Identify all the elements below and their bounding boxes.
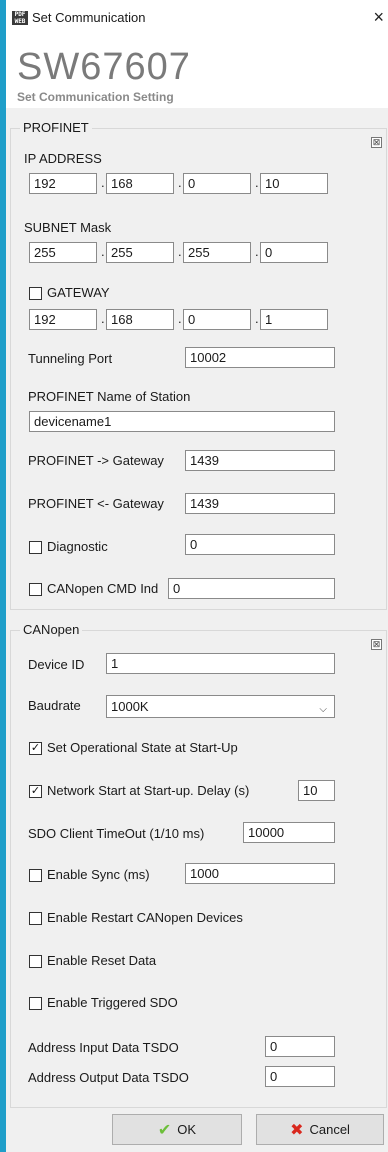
- subnet-octet-4[interactable]: 0: [260, 242, 328, 263]
- enable-restart-checkbox[interactable]: [29, 912, 42, 925]
- profinet-to-gateway-input[interactable]: 1439: [185, 450, 335, 471]
- subnet-octet-1[interactable]: 255: [29, 242, 97, 263]
- station-name-input[interactable]: devicename1: [29, 411, 335, 432]
- station-name-label: PROFINET Name of Station: [28, 389, 191, 404]
- diagnostic-checkbox[interactable]: [29, 541, 42, 554]
- tunneling-port-label: Tunneling Port: [28, 351, 113, 366]
- cancel-button[interactable]: ✖ Cancel: [256, 1114, 384, 1145]
- enable-sync-label: Enable Sync (ms): [47, 867, 150, 882]
- enable-sync-checkbox[interactable]: [29, 869, 42, 882]
- checkmark-icon: ✔: [157, 1122, 172, 1140]
- address-input-tsdo-input[interactable]: 0: [265, 1036, 335, 1057]
- enable-triggered-label: Enable Triggered SDO: [47, 995, 178, 1010]
- ip-octet-1[interactable]: 192: [29, 173, 97, 194]
- network-start-label: Network Start at Start-up. Delay (s): [47, 783, 250, 798]
- dialog-window: PDF WEB Set Communication × SW67607 Set …: [0, 0, 388, 1152]
- address-output-tsdo-label: Address Output Data TSDO: [28, 1070, 189, 1085]
- canopen-legend: CANopen: [20, 622, 83, 637]
- enable-reset-label: Enable Reset Data: [47, 953, 157, 968]
- subnet-octet-2[interactable]: 255: [106, 242, 174, 263]
- ip-dot: .: [101, 175, 105, 190]
- header-panel: SW67607 Set Communication Setting: [6, 36, 388, 108]
- subnet-mask-label: SUBNET Mask: [24, 220, 112, 235]
- profinet-from-gateway-input[interactable]: 1439: [185, 493, 335, 514]
- canopen-collapse-icon[interactable]: ⊠: [371, 639, 382, 650]
- close-icon[interactable]: ×: [373, 7, 384, 28]
- window-title: Set Communication: [32, 10, 146, 25]
- canopen-cmd-label: CANopen CMD Ind: [47, 581, 159, 596]
- set-operational-checkbox[interactable]: ✓: [29, 742, 42, 755]
- title-bar: PDF WEB Set Communication ×: [6, 0, 388, 36]
- ok-label: OK: [177, 1122, 197, 1137]
- profinet-collapse-icon[interactable]: ⊠: [371, 137, 382, 148]
- gateway-octet-4[interactable]: 1: [260, 309, 328, 330]
- ip-octet-2[interactable]: 168: [106, 173, 174, 194]
- address-input-tsdo-label: Address Input Data TSDO: [28, 1040, 179, 1055]
- gateway-octet-3[interactable]: 0: [183, 309, 251, 330]
- ok-button[interactable]: ✔ OK: [112, 1114, 242, 1145]
- canopen-cmd-checkbox[interactable]: [29, 583, 42, 596]
- gateway-checkbox[interactable]: [29, 287, 42, 300]
- gateway-octet-2[interactable]: 168: [106, 309, 174, 330]
- enable-reset-checkbox[interactable]: [29, 955, 42, 968]
- ip-dot: .: [255, 175, 259, 190]
- gateway-dot: .: [178, 311, 182, 326]
- subnet-dot: .: [101, 244, 105, 259]
- baudrate-select[interactable]: 1000K ⌵: [106, 695, 335, 718]
- gateway-dot: .: [255, 311, 259, 326]
- enable-triggered-checkbox[interactable]: [29, 997, 42, 1010]
- profinet-from-gateway-label: PROFINET <- Gateway: [28, 496, 164, 511]
- gateway-octet-1[interactable]: 192: [29, 309, 97, 330]
- subnet-dot: .: [255, 244, 259, 259]
- page-subtitle: Set Communication Setting: [17, 90, 174, 104]
- canopen-group: CANopen ⊠ Device ID 1 Baudrate 1000K ⌵ ✓…: [10, 622, 387, 1108]
- ip-address-label: IP ADDRESS: [24, 151, 102, 166]
- tunneling-port-input[interactable]: 10002: [185, 347, 335, 368]
- sdo-timeout-input[interactable]: 10000: [243, 822, 335, 843]
- product-title: SW67607: [17, 46, 191, 88]
- ip-octet-3[interactable]: 0: [183, 173, 251, 194]
- ip-octet-4[interactable]: 10: [260, 173, 328, 194]
- profinet-legend: PROFINET: [20, 120, 92, 135]
- cancel-label: Cancel: [309, 1122, 350, 1137]
- subnet-octet-3[interactable]: 255: [183, 242, 251, 263]
- profinet-to-gateway-label: PROFINET -> Gateway: [28, 453, 164, 468]
- gateway-dot: .: [101, 311, 105, 326]
- subnet-dot: .: [178, 244, 182, 259]
- chevron-down-icon: ⌵: [319, 704, 327, 715]
- enable-restart-label: Enable Restart CANopen Devices: [47, 910, 243, 925]
- diagnostic-label: Diagnostic: [47, 539, 108, 554]
- network-start-input[interactable]: 10: [298, 780, 335, 801]
- canopen-cmd-input[interactable]: 0: [168, 578, 335, 599]
- profinet-group: PROFINET ⊠ IP ADDRESS 192 . 168 . 0 . 10…: [10, 120, 387, 610]
- baudrate-value: 1000K: [111, 699, 149, 714]
- set-operational-label: Set Operational State at Start-Up: [47, 740, 238, 755]
- baudrate-label: Baudrate: [28, 698, 81, 713]
- gateway-label: GATEWAY: [47, 285, 110, 300]
- device-id-label: Device ID: [28, 657, 85, 672]
- address-output-tsdo-input[interactable]: 0: [265, 1066, 335, 1087]
- device-id-input[interactable]: 1: [106, 653, 335, 674]
- network-start-checkbox[interactable]: ✓: [29, 785, 42, 798]
- app-icon: PDF WEB: [12, 11, 28, 25]
- diagnostic-input[interactable]: 0: [185, 534, 335, 555]
- cancel-x-icon: ✖: [290, 1122, 304, 1140]
- enable-sync-input[interactable]: 1000: [185, 863, 335, 884]
- sdo-timeout-label: SDO Client TimeOut (1/10 ms): [28, 826, 205, 841]
- ip-dot: .: [178, 175, 182, 190]
